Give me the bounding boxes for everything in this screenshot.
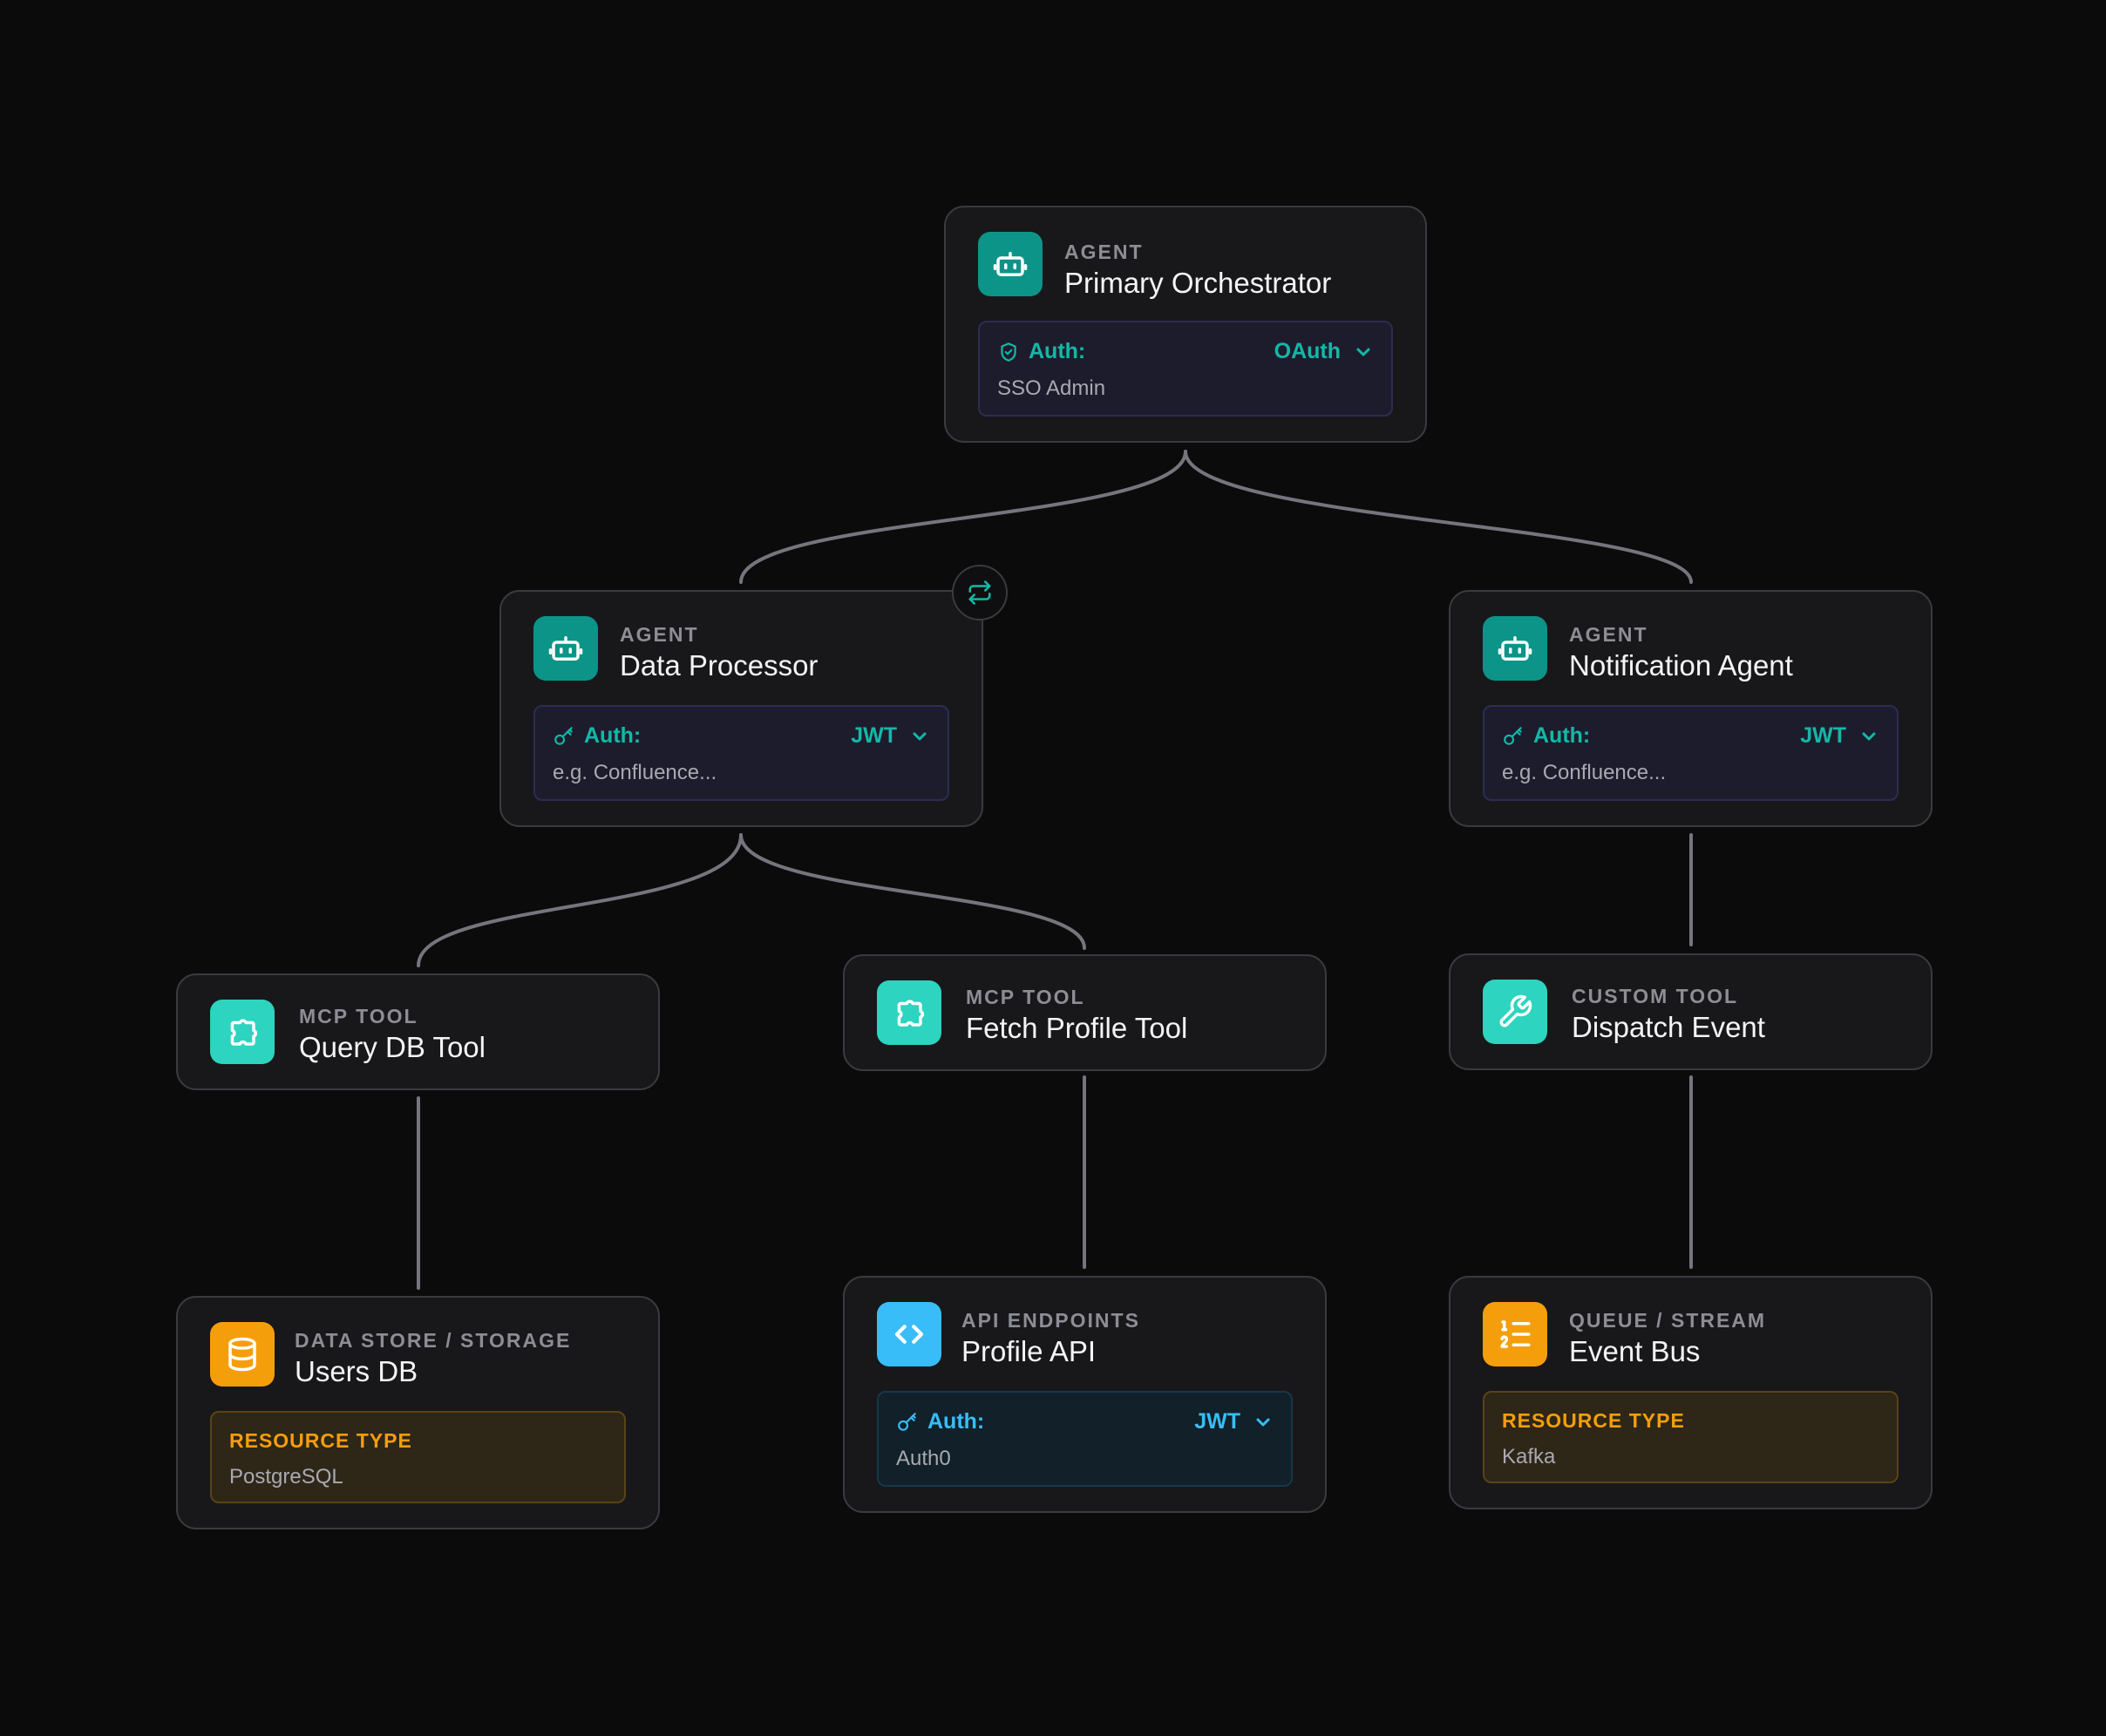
auth-box: Auth: JWT e.g. Confluence... <box>1483 705 1899 801</box>
key-icon <box>898 1412 916 1431</box>
robot-icon <box>1483 616 1547 681</box>
shield-check-icon <box>1001 342 1016 362</box>
resource-label: RESOURCE TYPE <box>229 1429 412 1452</box>
node-name: Fetch Profile Tool <box>966 1012 1188 1044</box>
chevron-down-icon <box>1256 1418 1270 1426</box>
auth-value[interactable]: e.g. Confluence... <box>553 761 717 785</box>
edge-primary-processor <box>739 450 1187 584</box>
node-kind: API ENDPOINTS <box>961 1309 1140 1332</box>
resource-label: RESOURCE TYPE <box>1502 1409 1685 1432</box>
auth-label: Auth: <box>1029 339 1086 363</box>
node-kind: QUEUE / STREAM <box>1569 1309 1767 1332</box>
auth-box: Auth: JWT e.g. Confluence... <box>533 705 949 801</box>
chevron-down-icon <box>1356 348 1370 356</box>
resource-box: RESOURCE TYPE PostgreSQL <box>210 1411 626 1503</box>
puzzle-icon <box>877 980 941 1045</box>
auth-method: JWT <box>851 723 897 748</box>
resource-value[interactable]: PostgreSQL <box>229 1465 343 1489</box>
auth-value[interactable]: e.g. Confluence... <box>1502 761 1666 785</box>
auth-label: Auth: <box>584 723 642 748</box>
key-icon <box>1504 726 1522 745</box>
node-name: Profile API <box>961 1335 1097 1367</box>
code-icon <box>877 1302 941 1366</box>
node-primary-orchestrator[interactable]: AGENT Primary Orchestrator Auth: OAuth S… <box>944 206 1427 443</box>
auth-method-select[interactable]: JWT <box>1194 1409 1274 1434</box>
auth-method: JWT <box>1800 723 1846 748</box>
list-ordered-icon <box>1483 1302 1547 1366</box>
robot-icon <box>978 232 1043 296</box>
node-name: Notification Agent <box>1569 649 1793 682</box>
node-name: Query DB Tool <box>299 1031 486 1063</box>
key-icon <box>554 726 573 745</box>
swap-arrows-icon <box>968 580 991 605</box>
node-event-bus[interactable]: QUEUE / STREAM Event Bus RESOURCE TYPE K… <box>1449 1276 1933 1509</box>
edge-processor-querydb <box>417 833 743 967</box>
node-name: Data Processor <box>620 649 819 682</box>
node-notification-agent[interactable]: AGENT Notification Agent Auth: JWT e.g. … <box>1449 590 1933 827</box>
node-kind: AGENT <box>1569 623 1648 646</box>
node-query-db-tool[interactable]: MCP TOOL Query DB Tool <box>176 973 660 1090</box>
auth-method-select[interactable]: JWT <box>1800 723 1879 749</box>
puzzle-icon <box>210 1000 275 1064</box>
chevron-down-icon <box>1862 732 1876 740</box>
auth-box: Auth: JWT Auth0 <box>877 1391 1293 1487</box>
node-data-processor[interactable]: AGENT Data Processor Auth: JWT e.g. Conf… <box>499 590 983 827</box>
wrench-icon <box>1483 980 1547 1044</box>
resource-box: RESOURCE TYPE Kafka <box>1483 1391 1899 1483</box>
auth-label: Auth: <box>927 1409 985 1434</box>
robot-icon <box>533 616 598 681</box>
node-users-db[interactable]: DATA STORE / STORAGE Users DB RESOURCE T… <box>176 1296 660 1529</box>
node-kind: AGENT <box>1064 241 1144 263</box>
node-kind: MCP TOOL <box>299 1005 418 1027</box>
swap-button[interactable] <box>952 565 1008 620</box>
node-fetch-profile-tool[interactable]: MCP TOOL Fetch Profile Tool <box>843 954 1327 1071</box>
auth-label: Auth: <box>1533 723 1591 748</box>
node-kind: MCP TOOL <box>966 986 1085 1008</box>
database-icon <box>210 1322 275 1387</box>
auth-method-select[interactable]: OAuth <box>1274 339 1374 364</box>
auth-value[interactable]: Auth0 <box>896 1447 951 1471</box>
node-name: Primary Orchestrator <box>1064 267 1332 299</box>
node-kind: DATA STORE / STORAGE <box>295 1329 572 1352</box>
node-dispatch-event[interactable]: CUSTOM TOOL Dispatch Event <box>1449 953 1933 1070</box>
resource-value[interactable]: Kafka <box>1502 1445 1555 1469</box>
node-profile-api[interactable]: API ENDPOINTS Profile API Auth: JWT Auth… <box>843 1276 1327 1513</box>
auth-method: JWT <box>1194 1409 1240 1434</box>
auth-box: Auth: OAuth SSO Admin <box>978 321 1393 417</box>
diagram-canvas: AGENT Primary Orchestrator Auth: OAuth S… <box>0 0 2106 1736</box>
auth-value[interactable]: SSO Admin <box>997 376 1105 401</box>
node-kind: AGENT <box>620 623 699 646</box>
auth-method-select[interactable]: JWT <box>851 723 930 749</box>
node-name: Users DB <box>295 1355 418 1387</box>
node-name: Dispatch Event <box>1572 1011 1765 1043</box>
node-name: Event Bus <box>1569 1335 1701 1367</box>
node-kind: CUSTOM TOOL <box>1572 985 1739 1007</box>
auth-method: OAuth <box>1274 339 1341 363</box>
chevron-down-icon <box>913 732 927 740</box>
edge-processor-fetchprofile <box>739 833 1086 950</box>
edge-primary-notification <box>1184 450 1693 584</box>
